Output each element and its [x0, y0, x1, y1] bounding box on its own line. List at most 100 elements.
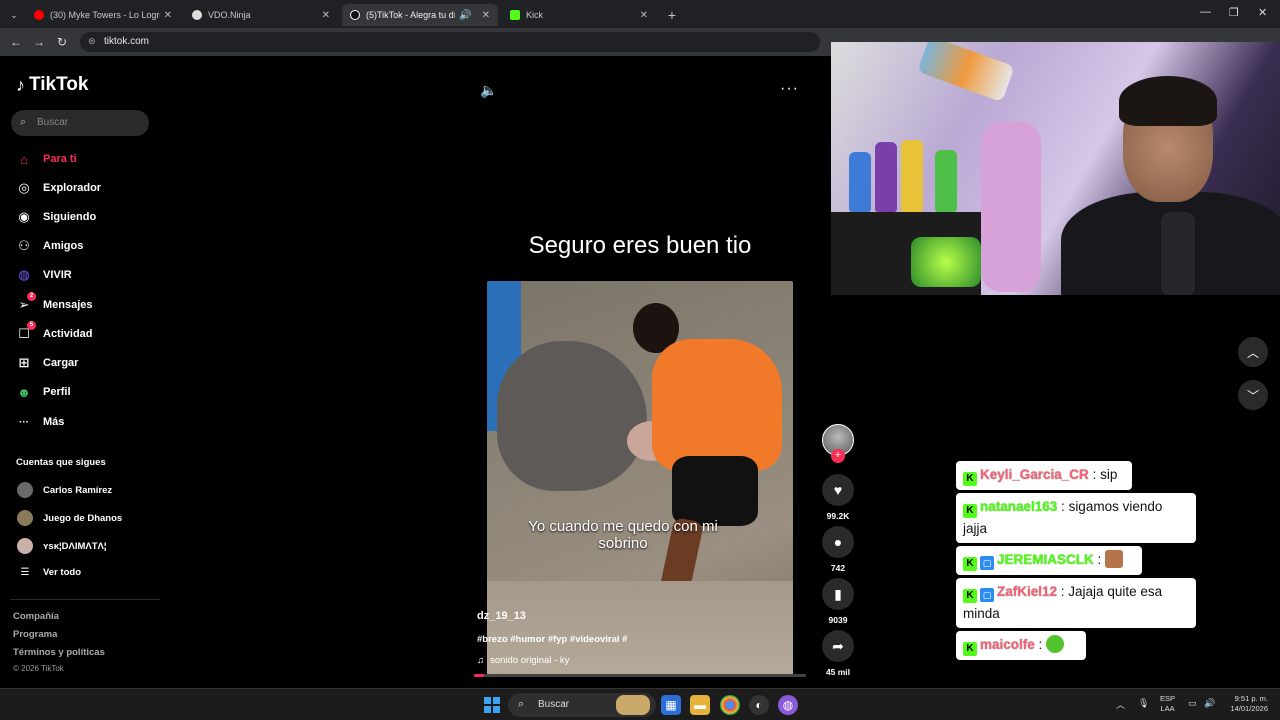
language-indicator[interactable]: ESP LAA [1160, 694, 1175, 714]
tab-tiktok[interactable]: (5)TikTok - Alegra tu día 🔊 ✕ [342, 4, 498, 26]
restore-icon[interactable]: ❐ [1229, 6, 1239, 19]
sidebar-item-mas[interactable]: ··· Más [15, 413, 64, 431]
audio-icon[interactable]: 🔊 [459, 10, 471, 21]
sidebar-item-cargar[interactable]: ⊞ Cargar [15, 354, 79, 372]
see-all-link[interactable]: ☰ Ver todo [17, 567, 82, 578]
video-author[interactable]: dz_19_13 [477, 610, 526, 622]
taskbar-search-input[interactable]: ⌕ Buscar [508, 693, 656, 717]
forward-icon[interactable]: → [33, 35, 45, 49]
previous-video-button[interactable]: ︿ [1238, 337, 1268, 367]
webcam-scene-gaming-chair [981, 122, 1041, 292]
video-scene-animal [497, 341, 647, 491]
video-sound[interactable]: ♫ sonido original - ky [477, 655, 569, 666]
close-icon[interactable]: ✕ [482, 10, 490, 21]
tab-youtube[interactable]: (30) Myke Towers - Lo Logré (V ✕ [26, 4, 180, 26]
chat-username: natanael163 [980, 499, 1058, 514]
chat-text: sip [1100, 467, 1118, 482]
video-title-text: Seguro eres buen tio [528, 232, 752, 259]
video-player[interactable] [487, 281, 793, 675]
avatar [17, 538, 33, 554]
chat-message: Kmaicolfe : [956, 631, 1086, 660]
messages-icon: ➢ 2 [15, 292, 36, 314]
app-icon[interactable]: ◍ [778, 695, 798, 715]
following-section-title: Cuentas que sigues [16, 457, 106, 468]
back-icon[interactable]: ← [10, 35, 22, 49]
activity-icon: ☐ 5 [15, 321, 36, 343]
taskbar-clock[interactable]: 9:51 p. m. 14/01/2026 [1224, 694, 1268, 714]
save-button[interactable]: ▮ [822, 578, 854, 610]
video-scene-child-shirt [652, 339, 782, 471]
close-window-icon[interactable]: ✕ [1258, 6, 1267, 19]
browser-tab-bar: ⌄ (30) Myke Towers - Lo Logré (V ✕ VDO.N… [0, 0, 1280, 28]
sidebar-item-mensajes[interactable]: ➢ 2 Mensajes [15, 292, 93, 314]
sidebar-item-actividad[interactable]: ☐ 5 Actividad [15, 321, 93, 343]
home-icon: ⌂ [20, 151, 28, 167]
close-icon[interactable]: ✕ [322, 10, 330, 21]
activity-badge: 5 [27, 321, 36, 330]
volume-tray-icon[interactable]: 🔊 [1204, 698, 1215, 709]
close-icon[interactable]: ✕ [640, 10, 648, 21]
comment-count: 742 [830, 563, 846, 573]
new-tab-button[interactable]: + [662, 4, 682, 26]
following-account[interactable]: ʏsᴋ¦DΛIMΛTΛ¦ [17, 538, 107, 554]
comment-button[interactable]: ● [822, 526, 854, 558]
tab-kick[interactable]: Kick ✕ [502, 4, 656, 26]
kick-badge-icon: K [963, 589, 977, 603]
comment-icon: ● [833, 534, 843, 550]
sidebar-item-explorador[interactable]: ◎ Explorador [15, 179, 101, 197]
site-info-icon[interactable]: ⊜ [88, 36, 96, 47]
footer-link-programa[interactable]: Programa [13, 629, 57, 640]
sidebar-item-siguiendo[interactable]: ◉ Siguiendo [15, 208, 96, 226]
sidebar-item-perfil[interactable]: ☻ Perfil [15, 383, 70, 401]
search-input[interactable]: ⌕ Buscar [11, 110, 149, 136]
store-icon[interactable]: ▦ [661, 695, 681, 715]
following-account[interactable]: Juego de Dhanos [17, 510, 122, 526]
profile-icon: ☻ [17, 384, 31, 400]
file-explorer-icon[interactable]: ▬ [690, 695, 710, 715]
share-button[interactable]: ➦ [822, 630, 854, 662]
follow-plus-icon[interactable]: + [831, 449, 845, 463]
youtube-icon [34, 10, 44, 20]
video-hashtags[interactable]: #brezo #humor #fyp #videoviral # [477, 634, 627, 645]
tray-chevron-up-icon[interactable]: ︿ [1116, 698, 1125, 711]
footer-link-terminos[interactable]: Términos y políticas [13, 647, 105, 658]
chrome-icon[interactable] [720, 695, 740, 715]
tab-vdo-ninja[interactable]: VDO.Ninja ✕ [184, 4, 338, 26]
network-icon[interactable]: ▭ [1188, 698, 1197, 709]
chat-username: maicolfe [980, 637, 1035, 652]
minimize-icon[interactable]: — [1200, 6, 1211, 18]
like-button[interactable]: ♥ [822, 474, 854, 506]
webcam-overlay [831, 42, 1280, 295]
tiktok-logo[interactable]: ♪ TikTok [16, 74, 88, 96]
volume-icon[interactable]: 🔈 [480, 82, 497, 99]
next-video-button[interactable]: ﹀ [1238, 380, 1268, 410]
sidebar-item-vivir[interactable]: ◍ VIVIR [15, 266, 71, 284]
sidebar-item-amigos[interactable]: ⚇ Amigos [15, 237, 83, 255]
windows-start-icon[interactable] [484, 697, 500, 713]
search-highlight-icon [616, 695, 650, 715]
more-options-icon[interactable]: ··· [780, 80, 799, 98]
upload-icon: ⊞ [18, 355, 30, 370]
bookmark-icon: ▮ [834, 585, 842, 602]
webcam-scene-figure [849, 152, 871, 212]
reload-icon[interactable]: ↻ [57, 35, 67, 49]
microphone-icon[interactable]: 🎙 [1138, 698, 1149, 709]
webcam-scene-microphone [1161, 212, 1195, 295]
following-icon: ◉ [18, 209, 30, 224]
sidebar-item-para-ti[interactable]: ⌂ Para ti [15, 150, 77, 168]
following-account[interactable]: Carlos Ramírez [17, 482, 112, 498]
webcam-scene-toy-blaster [917, 42, 1015, 103]
video-progress-bar[interactable] [474, 674, 806, 677]
friends-icon: ⚇ [18, 238, 30, 253]
obs-icon[interactable]: ◐ [749, 695, 769, 715]
tab-list-button[interactable]: ⌄ [6, 4, 22, 26]
footer-link-compania[interactable]: Compañía [13, 611, 59, 622]
url-field[interactable]: ⊜ tiktok.com [80, 32, 820, 52]
kick-badge-icon: K [963, 642, 977, 656]
emote-icon [1046, 635, 1065, 653]
close-icon[interactable]: ✕ [164, 10, 172, 21]
share-icon: ➦ [832, 637, 844, 654]
avatar [17, 482, 33, 498]
video-scene-child-shorts [672, 456, 758, 526]
kick-badge-icon: K [963, 504, 977, 518]
